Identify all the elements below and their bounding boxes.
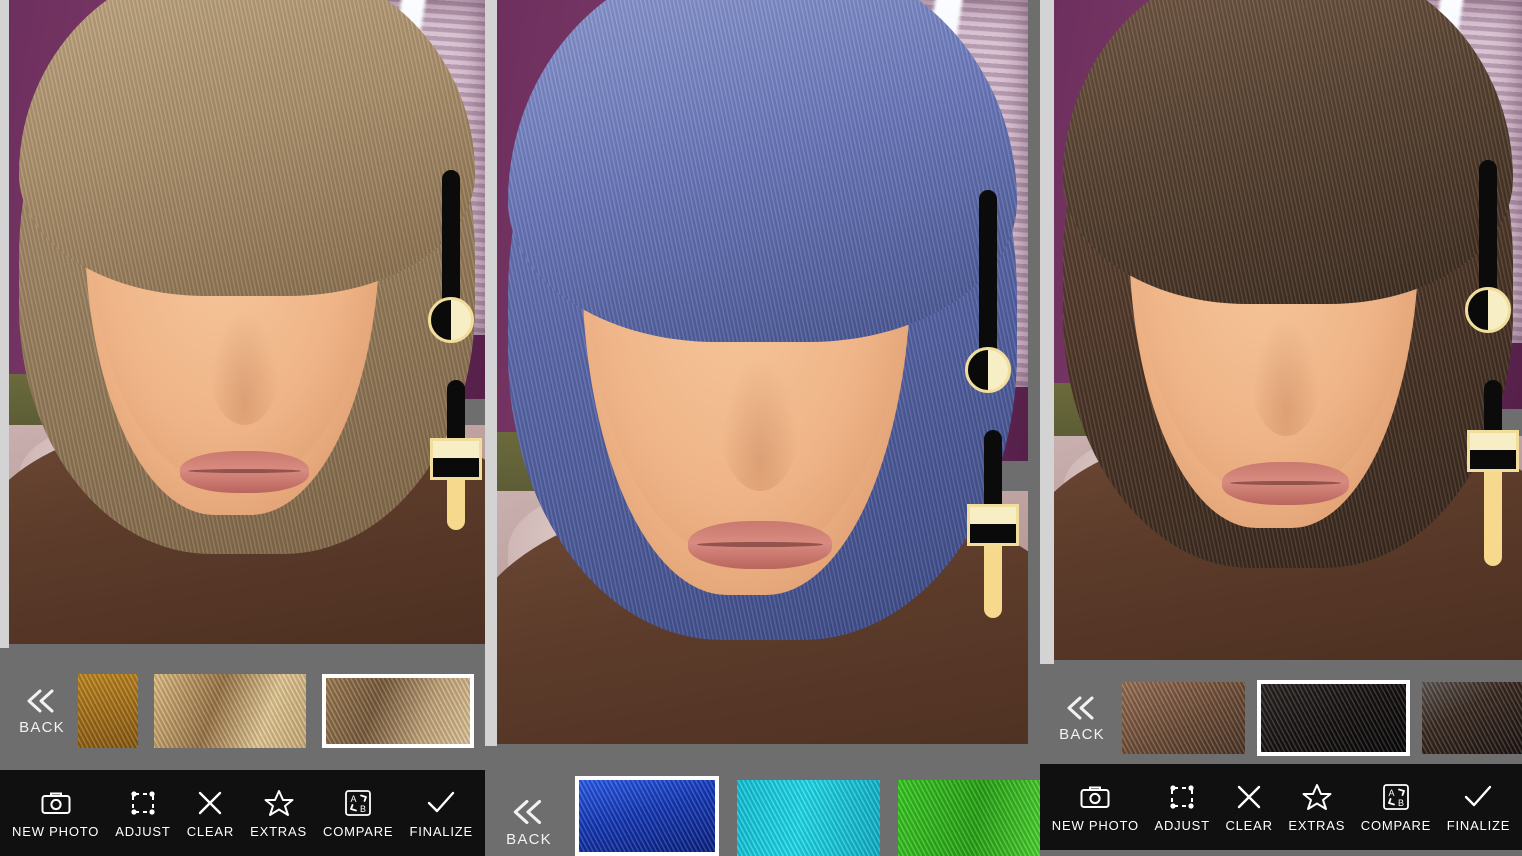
back-button-blue[interactable]: BACK (493, 797, 565, 856)
double-chevron-left-icon (1062, 694, 1102, 722)
finalize-button[interactable]: FINALIZE (1447, 782, 1510, 833)
adjust-crop-icon (129, 788, 157, 818)
checkmark-icon (426, 788, 456, 818)
bottom-toolbar-brunette: NEW PHOTO ADJUST CLEAR EXTRAS A B COMPAR… (1040, 764, 1522, 850)
new-photo-label: NEW PHOTO (12, 823, 100, 839)
new-photo-button[interactable]: NEW PHOTO (12, 788, 99, 839)
adjust-crop-icon (1168, 782, 1196, 812)
svg-text:A: A (351, 794, 357, 804)
close-x-icon (1235, 782, 1263, 812)
swatch-list-brunette[interactable] (1122, 680, 1522, 756)
swatch-light-blonde[interactable] (154, 674, 306, 748)
adjust-label: ADJUST (1154, 817, 1210, 833)
opacity-slider-knob[interactable] (428, 297, 474, 343)
back-button-blonde[interactable]: BACK (6, 687, 78, 736)
bottom-toolbar-blonde: NEW PHOTO ADJUST CLEAR EXTRAS A B COMPAR… (0, 770, 485, 856)
panel-blue: BACK (485, 0, 1040, 856)
compare-ab-icon: A B (1382, 782, 1410, 812)
clear-button[interactable]: CLEAR (187, 788, 234, 839)
swatch-dark-brown[interactable] (1422, 682, 1522, 754)
app-screenshot-collage: BACK NEW PHOTO ADJUST CLEAR EXTRAS A B C… (0, 0, 1522, 856)
swatch-tray-brunette: BACK (1040, 666, 1522, 770)
clear-button[interactable]: CLEAR (1225, 782, 1272, 833)
clear-label: CLEAR (186, 823, 235, 839)
compare-ab-icon: A B (344, 788, 372, 818)
swatch-medium-brown[interactable] (1122, 682, 1246, 754)
brightness-slider-knob[interactable] (967, 504, 1019, 546)
camera-icon (1080, 782, 1110, 812)
back-button-brunette[interactable]: BACK (1046, 694, 1118, 743)
panel-brunette: BACK NEW PHOTO ADJUST CLEAR EXTRAS A B C… (1040, 0, 1522, 856)
panel-left-border (0, 0, 9, 648)
swatch-green[interactable] (897, 780, 1040, 856)
brightness-slider-blue[interactable] (965, 430, 1021, 630)
swatch-cyan[interactable] (737, 780, 880, 856)
panel-left-border (485, 0, 497, 746)
panel-blonde: BACK NEW PHOTO ADJUST CLEAR EXTRAS A B C… (0, 0, 485, 856)
photo-preview-blonde[interactable] (9, 0, 485, 644)
extras-label: EXTRAS (1288, 817, 1346, 833)
back-button-label: BACK (506, 831, 552, 848)
camera-icon (41, 788, 71, 818)
brightness-slider-brunette[interactable] (1465, 380, 1521, 580)
opacity-slider-blue[interactable] (965, 190, 1011, 410)
swatch-list-blonde[interactable] (78, 674, 474, 748)
compare-label: COMPARE (1360, 817, 1432, 833)
brightness-slider-knob[interactable] (430, 438, 482, 480)
extras-button[interactable]: EXTRAS (1288, 782, 1345, 833)
star-icon (264, 788, 294, 818)
swatch-list-blue[interactable] (575, 776, 1040, 856)
swatch-copper-gold[interactable] (78, 674, 138, 748)
extras-label: EXTRAS (250, 823, 307, 839)
swatch-royal-blue[interactable] (575, 776, 720, 856)
opacity-slider-brunette[interactable] (1465, 160, 1511, 340)
new-photo-label: NEW PHOTO (1051, 817, 1139, 833)
star-icon (1302, 782, 1332, 812)
opacity-slider-blonde[interactable] (428, 170, 474, 350)
double-chevron-left-icon (508, 797, 550, 827)
adjust-label: ADJUST (115, 823, 171, 839)
swatch-tray-blonde: BACK (0, 652, 485, 770)
svg-text:B: B (360, 804, 366, 814)
svg-text:B: B (1398, 798, 1404, 808)
back-button-label: BACK (1059, 725, 1105, 743)
compare-button[interactable]: A B COMPARE (323, 788, 393, 839)
brightness-slider-blonde[interactable] (428, 380, 484, 540)
swatch-tray-blue: BACK (485, 752, 1040, 856)
svg-text:A: A (1388, 788, 1394, 798)
photo-preview-blue[interactable] (497, 0, 1028, 744)
checkmark-icon (1463, 782, 1493, 812)
panel-left-border (1040, 0, 1054, 664)
close-x-icon (196, 788, 224, 818)
adjust-button[interactable]: ADJUST (1155, 782, 1210, 833)
double-chevron-left-icon (22, 687, 62, 715)
back-button-label: BACK (19, 718, 65, 736)
swatch-black[interactable] (1257, 680, 1411, 756)
adjust-button[interactable]: ADJUST (115, 788, 170, 839)
opacity-slider-knob[interactable] (1465, 287, 1511, 333)
swatch-ash-blonde[interactable] (322, 674, 474, 748)
finalize-button[interactable]: FINALIZE (409, 788, 472, 839)
compare-label: COMPARE (323, 823, 394, 839)
opacity-slider-knob[interactable] (965, 347, 1011, 393)
new-photo-button[interactable]: NEW PHOTO (1052, 782, 1139, 833)
photo-preview-brunette[interactable] (1054, 0, 1522, 660)
clear-label: CLEAR (1225, 817, 1273, 833)
extras-button[interactable]: EXTRAS (250, 788, 307, 839)
compare-button[interactable]: A B COMPARE (1361, 782, 1431, 833)
brightness-slider-knob[interactable] (1467, 430, 1519, 472)
finalize-label: FINALIZE (409, 823, 473, 839)
finalize-label: FINALIZE (1446, 817, 1511, 833)
